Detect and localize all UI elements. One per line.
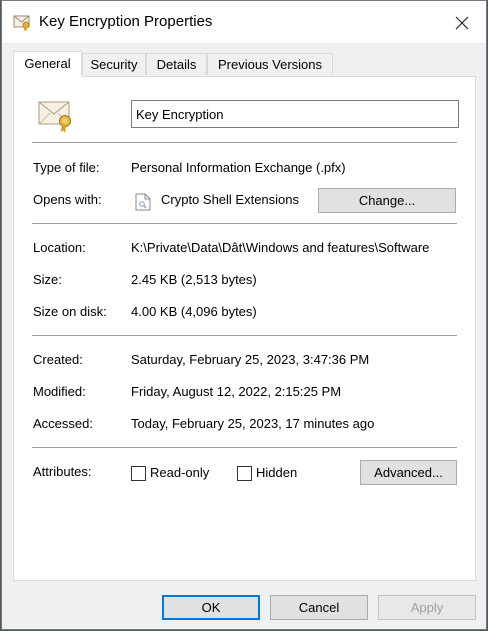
advanced-button[interactable]: Advanced... [360,460,457,485]
cancel-button[interactable]: Cancel [270,595,368,620]
size-value: 2.45 KB (2,513 bytes) [131,272,257,287]
ok-button[interactable]: OK [162,595,260,620]
type-of-file-value: Personal Information Exchange (.pfx) [131,160,346,175]
tab-details[interactable]: Details [146,53,207,75]
modified-value: Friday, August 12, 2022, 2:15:25 PM [131,384,342,399]
change-button[interactable]: Change... [318,188,456,213]
location-value: K:\Private\Data\Dât\Windows and features… [131,240,430,255]
read-only-checkbox[interactable] [131,466,146,481]
modified-label: Modified: [33,384,86,399]
hidden-checkbox[interactable] [237,466,252,481]
close-icon [455,16,469,30]
separator [32,142,457,143]
separator [32,447,457,448]
location-label: Location: [33,240,86,255]
size-on-disk-value: 4.00 KB (4,096 bytes) [131,304,257,319]
general-panel: Type of file: Personal Information Excha… [13,76,476,581]
opens-with-label: Opens with: [33,192,102,207]
size-on-disk-label: Size on disk: [33,304,107,319]
accessed-label: Accessed: [33,416,93,431]
hidden-label[interactable]: Hidden [256,465,297,480]
separator [32,223,457,224]
type-of-file-label: Type of file: [33,160,100,175]
tab-general[interactable]: General [13,51,82,77]
file-name-input[interactable] [131,100,459,128]
close-button[interactable] [446,9,478,37]
certificate-envelope-icon [13,15,30,32]
size-label: Size: [33,272,62,287]
apply-button[interactable]: Apply [378,595,476,620]
accessed-value: Today, February 25, 2023, 17 minutes ago [131,416,375,431]
title-bar[interactable]: Key Encryption Properties [2,1,486,43]
opens-with-value: Crypto Shell Extensions [161,192,300,207]
tab-security[interactable]: Security [82,53,146,75]
created-value: Saturday, February 25, 2023, 3:47:36 PM [131,352,370,367]
certificate-envelope-icon [38,101,71,133]
separator [32,335,457,336]
attributes-label: Attributes: [33,464,92,479]
window-title: Key Encryption Properties [39,13,213,30]
created-label: Created: [33,352,83,367]
tab-previous-versions[interactable]: Previous Versions [207,53,333,75]
properties-dialog: Key Encryption Properties General Securi… [1,0,487,630]
crypto-document-icon [135,193,151,211]
read-only-label[interactable]: Read-only [150,465,209,480]
